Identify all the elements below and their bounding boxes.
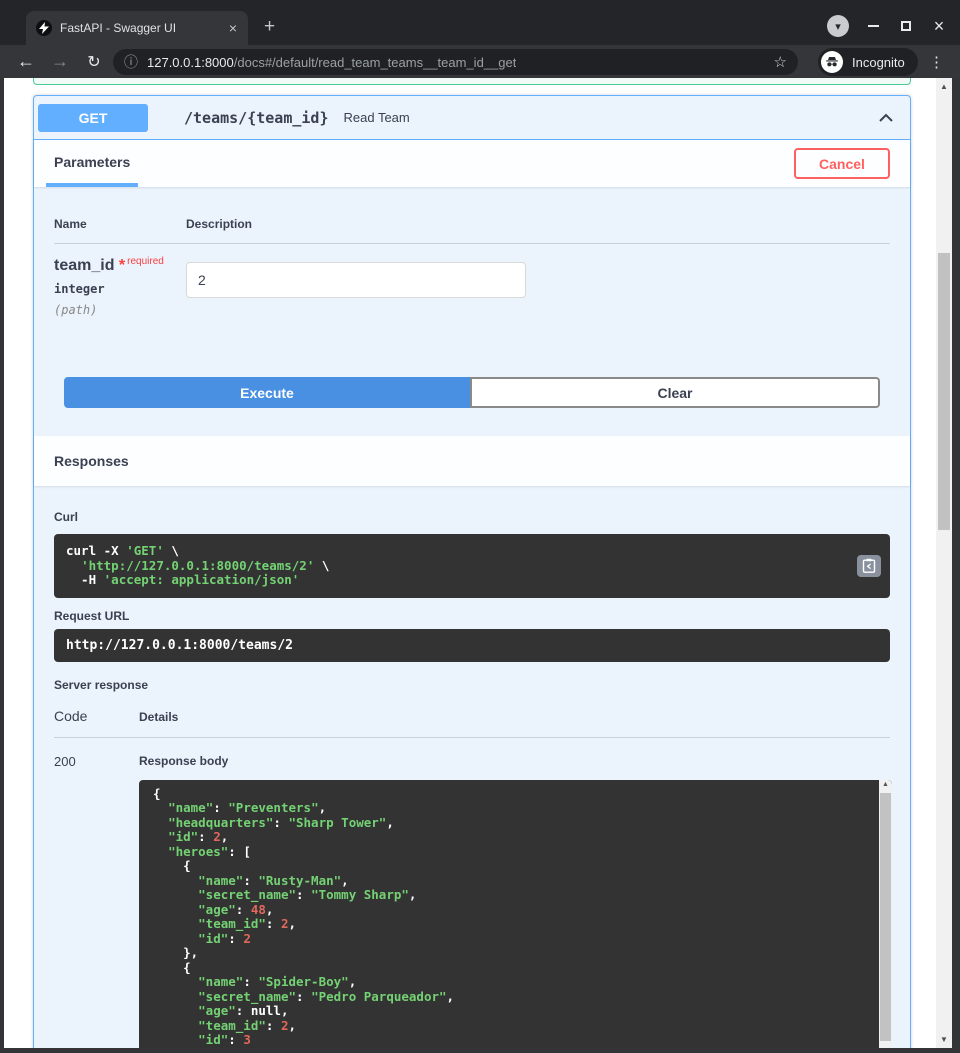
column-header-description: Description bbox=[186, 217, 252, 231]
tab-strip: FastAPI - Swagger UI × + ▾ × bbox=[0, 0, 960, 45]
parameters-table: Name Description team_id *required integ… bbox=[34, 187, 910, 357]
incognito-icon bbox=[821, 51, 843, 73]
minimize-icon bbox=[868, 25, 879, 27]
browser-toolbar: ← → ↻ ⓘ 127.0.0.1:8000/docs#/default/rea… bbox=[0, 45, 960, 78]
details-column-header: Details bbox=[139, 710, 178, 724]
execute-row: Execute Clear bbox=[34, 357, 910, 436]
scrollbar-up-icon[interactable]: ▲ bbox=[936, 82, 952, 91]
responses-title: Responses bbox=[54, 453, 129, 469]
browser-menu-button[interactable]: ⋮ bbox=[929, 45, 944, 78]
page-scrollbar[interactable]: ▲ ▼ bbox=[936, 78, 952, 1048]
parameter-location: (path) bbox=[54, 303, 186, 317]
parameter-name: team_id *required bbox=[54, 256, 186, 275]
tab-title: FastAPI - Swagger UI bbox=[60, 21, 226, 35]
tab-close-icon[interactable]: × bbox=[226, 20, 240, 36]
address-bar[interactable]: ⓘ 127.0.0.1:8000/docs#/default/read_team… bbox=[113, 49, 798, 75]
operation-summary-text: Read Team bbox=[344, 110, 410, 125]
new-tab-button[interactable]: + bbox=[264, 17, 275, 37]
url-host: 127.0.0.1:8000 bbox=[147, 55, 234, 70]
incognito-label: Incognito bbox=[852, 55, 905, 70]
operation-summary[interactable]: GET /teams/{team_id} Read Team bbox=[34, 96, 910, 140]
operation-path: /teams/{team_id} bbox=[184, 109, 329, 127]
scrollbar-thumb[interactable] bbox=[938, 253, 950, 530]
collapse-chevron-up-icon[interactable] bbox=[876, 108, 896, 128]
maximize-icon bbox=[901, 21, 911, 31]
responses-section-header: Responses bbox=[34, 436, 910, 486]
copy-to-clipboard-button[interactable] bbox=[857, 555, 881, 577]
page-content: GET /teams/{team_id} Read Team Parameter… bbox=[4, 78, 936, 1048]
responses-content: Curl curl -X 'GET' \ 'http://127.0.0.1:8… bbox=[34, 486, 910, 1048]
incognito-badge: Incognito bbox=[818, 48, 918, 76]
forward-button[interactable]: → bbox=[48, 45, 72, 78]
http-method-badge: GET bbox=[38, 104, 148, 132]
response-body-title: Response body bbox=[139, 754, 892, 768]
clipboard-icon bbox=[862, 558, 876, 573]
browser-tab[interactable]: FastAPI - Swagger UI × bbox=[26, 11, 248, 45]
required-label: required bbox=[127, 256, 164, 267]
response-body-scrollbar[interactable]: ▲ bbox=[879, 780, 892, 1049]
reload-button[interactable]: ↻ bbox=[82, 45, 106, 78]
url-text: 127.0.0.1:8000/docs#/default/read_team_t… bbox=[147, 55, 516, 70]
column-header-name: Name bbox=[54, 217, 186, 231]
request-url-value: http://127.0.0.1:8000/teams/2 bbox=[54, 629, 890, 662]
bookmark-star-icon[interactable]: ☆ bbox=[774, 53, 787, 71]
code-column-header: Code bbox=[54, 708, 139, 724]
request-url-title: Request URL bbox=[54, 609, 890, 623]
status-code: 200 bbox=[54, 754, 139, 1049]
curl-code: curl -X 'GET' \ 'http://127.0.0.1:8000/t… bbox=[66, 544, 878, 588]
curl-code-block: curl -X 'GET' \ 'http://127.0.0.1:8000/t… bbox=[54, 534, 890, 598]
curl-title: Curl bbox=[54, 510, 890, 524]
previous-operation-bottom-edge bbox=[33, 78, 911, 85]
close-icon: × bbox=[934, 18, 945, 34]
page-info-icon[interactable]: ⓘ bbox=[124, 52, 138, 72]
required-asterisk: * bbox=[119, 257, 125, 274]
chrome-chevron-button[interactable]: ▾ bbox=[827, 15, 849, 37]
response-body-code: { "name": "Preventers", "headquarters": … bbox=[139, 780, 892, 1049]
tab-parameters[interactable]: Parameters bbox=[46, 140, 138, 187]
server-response-title: Server response bbox=[54, 678, 890, 692]
window-minimize-button[interactable] bbox=[864, 17, 882, 35]
execute-button[interactable]: Execute bbox=[64, 377, 470, 408]
browser-window: FastAPI - Swagger UI × + ▾ × ← → ↻ ⓘ 127… bbox=[0, 0, 960, 1053]
response-row: 200 Response body { "name": "Preventers"… bbox=[54, 754, 890, 1049]
parameter-row: team_id *required integer (path) bbox=[54, 244, 890, 317]
get-operation-block: GET /teams/{team_id} Read Team Parameter… bbox=[33, 95, 911, 1048]
scrollbar-down-icon[interactable]: ▼ bbox=[936, 1035, 952, 1044]
back-button[interactable]: ← bbox=[14, 45, 38, 78]
clear-button[interactable]: Clear bbox=[470, 377, 880, 408]
window-maximize-button[interactable] bbox=[897, 17, 915, 35]
window-close-button[interactable]: × bbox=[930, 17, 948, 35]
url-path: /docs#/default/read_team_teams__team_id_… bbox=[234, 55, 517, 70]
parameters-section-header: Parameters Cancel bbox=[34, 140, 910, 187]
team-id-input[interactable] bbox=[186, 262, 526, 298]
response-table-header: Code Details bbox=[54, 708, 890, 738]
scroll-up-icon[interactable]: ▲ bbox=[879, 781, 892, 788]
response-scrollbar-thumb[interactable] bbox=[880, 793, 891, 1041]
fastapi-favicon-icon bbox=[36, 20, 52, 36]
response-body-block: { "name": "Preventers", "headquarters": … bbox=[139, 780, 892, 1049]
parameter-type: integer bbox=[54, 282, 186, 296]
cancel-button[interactable]: Cancel bbox=[794, 148, 890, 179]
